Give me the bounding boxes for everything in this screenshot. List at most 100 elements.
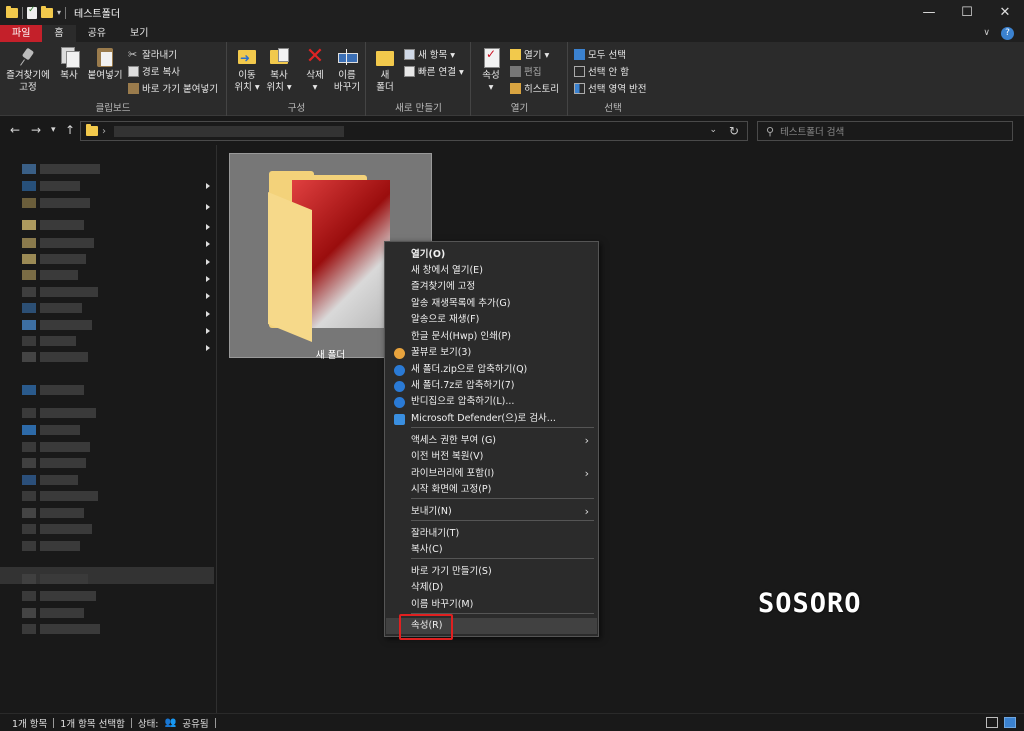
details-view-icon[interactable]: [986, 717, 998, 728]
expand-chevron-icon[interactable]: [206, 345, 210, 351]
nav-item[interactable]: [22, 523, 92, 534]
search-input[interactable]: ⚲ 테스트폴더 검색: [757, 121, 1013, 141]
nav-item[interactable]: [22, 407, 96, 418]
context-menu-item[interactable]: 보내기(N) ›: [386, 504, 597, 520]
expand-chevron-icon[interactable]: [206, 259, 210, 265]
edit-button[interactable]: 편집: [510, 64, 541, 78]
context-menu-item[interactable]: 새 폴더.zip으로 압축하기(Q): [386, 362, 597, 378]
nav-item[interactable]: [22, 573, 88, 584]
close-button[interactable]: ✕: [986, 0, 1024, 25]
rename-button[interactable]: 이름 바꾸기: [331, 46, 363, 94]
context-menu-item[interactable]: 알송으로 재생(F): [386, 312, 597, 328]
select-all-button[interactable]: 모두 선택: [574, 47, 626, 61]
tab-view[interactable]: 보기: [118, 25, 160, 42]
context-menu-item[interactable]: 라이브러리에 포함(I) ›: [386, 466, 597, 482]
context-menu-item[interactable]: 새 창에서 열기(E): [386, 263, 597, 279]
nav-item[interactable]: [22, 507, 84, 518]
expand-chevron-icon[interactable]: [206, 293, 210, 299]
expand-chevron-icon[interactable]: [206, 204, 210, 210]
help-icon[interactable]: ?: [1001, 27, 1014, 40]
copy-to-button[interactable]: 복사 위치 ▾: [264, 46, 294, 94]
nav-item[interactable]: [22, 424, 80, 435]
cut-button[interactable]: ✂ 잘라내기: [128, 47, 177, 62]
context-menu-item[interactable]: 알송 재생목록에 추가(G): [386, 296, 597, 312]
expand-chevron-icon[interactable]: [206, 224, 210, 230]
breadcrumb[interactable]: [114, 125, 344, 137]
nav-item[interactable]: [22, 457, 86, 468]
back-arrow-icon[interactable]: ←: [10, 123, 20, 137]
context-menu-item[interactable]: 꿀뷰로 보기(3): [386, 345, 597, 361]
tab-share[interactable]: 공유: [76, 25, 118, 42]
nav-item[interactable]: [22, 441, 90, 452]
expand-chevron-icon[interactable]: [206, 241, 210, 247]
invert-selection-button[interactable]: 선택 영역 반전: [574, 81, 646, 95]
easy-access-button[interactable]: 빠른 연결 ▾: [404, 64, 464, 78]
nav-item[interactable]: [22, 351, 88, 362]
context-menu-item[interactable]: 한글 문서(Hwp) 인쇄(P): [386, 329, 597, 345]
delete-button[interactable]: ✕ 삭제 ▾: [300, 46, 330, 94]
nav-item[interactable]: [22, 335, 76, 346]
history-button[interactable]: 히스토리: [510, 81, 559, 95]
context-menu-item[interactable]: 열기(O): [386, 247, 597, 263]
nav-item[interactable]: [22, 163, 100, 174]
copy-path-button[interactable]: 경로 복사: [128, 64, 180, 78]
properties-quick-icon[interactable]: [27, 5, 37, 19]
nav-item[interactable]: [22, 269, 78, 280]
nav-item[interactable]: [22, 219, 84, 230]
context-menu-item[interactable]: 이름 바꾸기(M): [386, 597, 597, 613]
context-menu-item[interactable]: 이전 버전 복원(V): [386, 449, 597, 465]
context-menu-item[interactable]: 반디집으로 압축하기(L)...: [386, 394, 597, 410]
tab-home[interactable]: 홈: [42, 25, 76, 42]
nav-item[interactable]: [22, 302, 82, 313]
ribbon-collapse-icon[interactable]: ∨: [983, 28, 990, 38]
copy-button[interactable]: 복사: [56, 46, 82, 82]
quick-access-dropdown-icon[interactable]: ▾: [57, 8, 61, 17]
context-menu-item[interactable]: 즐겨찾기에 고정: [386, 279, 597, 295]
new-folder-quick-icon[interactable]: [41, 5, 53, 18]
maximize-button[interactable]: ☐: [948, 0, 986, 25]
nav-item[interactable]: [22, 540, 80, 551]
paste-button[interactable]: 붙여넣기: [86, 46, 124, 82]
address-bar[interactable]: › ⌄ ↻: [80, 121, 748, 141]
context-menu-item[interactable]: Microsoft Defender(으)로 검사...: [386, 411, 597, 427]
expand-chevron-icon[interactable]: [206, 276, 210, 282]
context-menu-item[interactable]: 바로 가기 만들기(S): [386, 564, 597, 580]
context-menu-item[interactable]: 잘라내기(T): [386, 526, 597, 542]
large-icons-view-icon[interactable]: [1004, 717, 1016, 728]
nav-item[interactable]: [22, 384, 84, 395]
refresh-icon[interactable]: ↻: [729, 124, 739, 138]
pin-quick-access-button[interactable]: 즐겨찾기에 고정: [5, 46, 51, 94]
properties-button[interactable]: 속성 ▾: [478, 46, 504, 94]
context-menu-item[interactable]: 복사(C): [386, 542, 597, 558]
move-to-button[interactable]: 이동 위치 ▾: [232, 46, 262, 94]
nav-item[interactable]: [22, 623, 100, 634]
nav-item[interactable]: [22, 237, 94, 248]
context-menu-item[interactable]: 액세스 권한 부여 (G) ›: [386, 433, 597, 449]
address-dropdown-icon[interactable]: ⌄: [709, 125, 717, 135]
nav-item[interactable]: [22, 490, 98, 501]
context-menu-item[interactable]: 시작 화면에 고정(P): [386, 482, 597, 498]
forward-arrow-icon[interactable]: →: [31, 123, 41, 137]
select-none-button[interactable]: 선택 안 함: [574, 64, 629, 78]
nav-item[interactable]: [22, 590, 96, 601]
tab-file[interactable]: 파일: [0, 25, 43, 42]
expand-chevron-icon[interactable]: [206, 311, 210, 317]
nav-item[interactable]: [22, 607, 84, 618]
nav-item[interactable]: [22, 474, 78, 485]
nav-item[interactable]: [22, 319, 92, 330]
nav-item[interactable]: [22, 253, 86, 264]
context-menu-item[interactable]: 삭제(D): [386, 580, 597, 596]
open-button[interactable]: 열기 ▾: [510, 47, 549, 61]
minimize-button[interactable]: —: [910, 0, 948, 25]
up-arrow-icon[interactable]: ↑: [65, 123, 75, 137]
recent-locations-icon[interactable]: ▾: [51, 125, 56, 135]
expand-chevron-icon[interactable]: [206, 328, 210, 334]
nav-item[interactable]: [22, 180, 80, 191]
new-folder-button[interactable]: 새 폴더: [371, 46, 399, 94]
context-menu-item[interactable]: 새 폴더.7z로 압축하기(7): [386, 378, 597, 394]
nav-item[interactable]: [22, 286, 98, 297]
expand-chevron-icon[interactable]: [206, 183, 210, 189]
paste-shortcut-button[interactable]: 바로 가기 붙여넣기: [128, 81, 218, 95]
new-item-button[interactable]: 새 항목 ▾: [404, 47, 455, 61]
nav-item[interactable]: [22, 197, 90, 208]
